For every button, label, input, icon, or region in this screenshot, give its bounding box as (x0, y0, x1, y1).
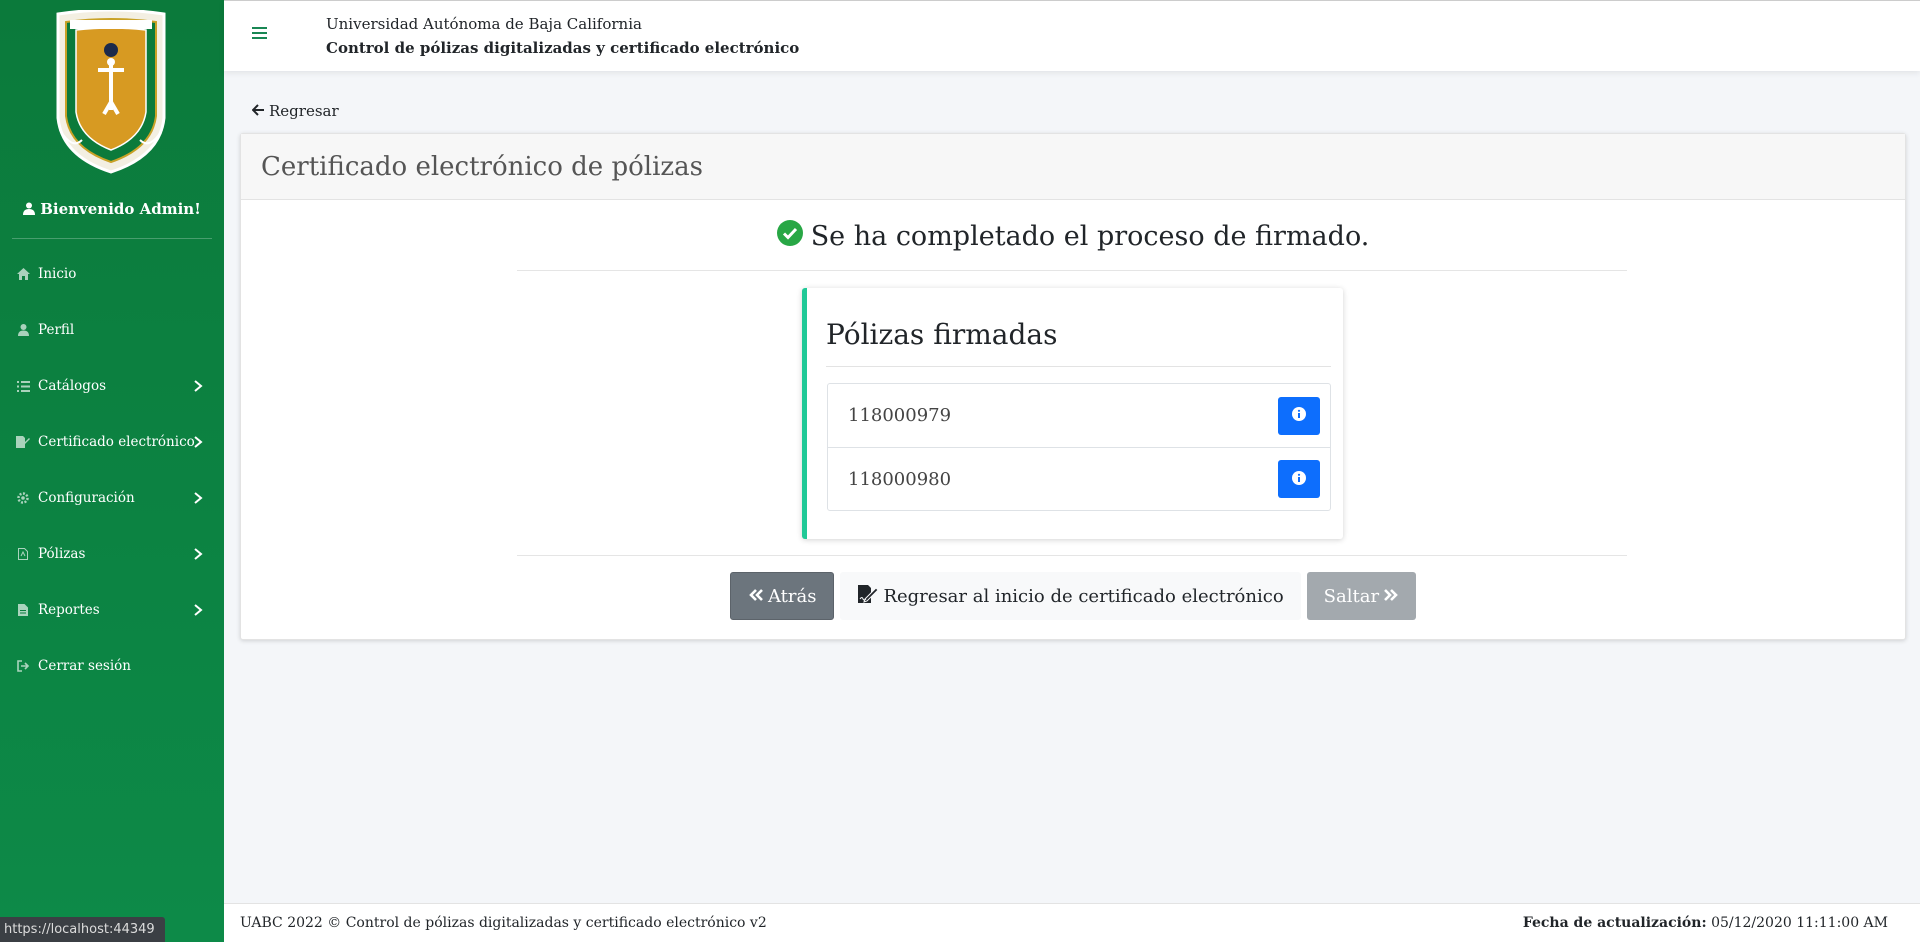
arrow-left-icon (251, 102, 269, 120)
user-icon (16, 323, 30, 337)
sidebar-item-polizas[interactable]: Pólizas (0, 526, 224, 582)
file-signature-icon (857, 584, 883, 609)
chevron-right-icon (192, 492, 204, 504)
success-message: Se ha completado el proceso de firmado. (241, 220, 1905, 253)
sidebar-item-perfil[interactable]: Perfil (0, 302, 224, 358)
main-card: Certificado electrónico de pólizas Se ha… (240, 133, 1906, 640)
divider (517, 270, 1627, 271)
poliza-number: 118000980 (848, 468, 952, 490)
sidebar-item-label: Configuración (38, 490, 135, 506)
back-button-label: Atrás (767, 585, 817, 607)
chevron-right-icon (192, 548, 204, 560)
sidebar-item-label: Cerrar sesión (38, 658, 132, 674)
polizas-list: 118000979 118000980 (827, 383, 1331, 511)
uabc-logo (52, 8, 170, 175)
university-name: Universidad Autónoma de Baja California (326, 15, 642, 33)
app-title: Control de pólizas digitalizadas y certi… (326, 39, 800, 57)
success-text: Se ha completado el proceso de firmado. (810, 221, 1370, 252)
footer-copyright: UABC 2022 © Control de pólizas digitaliz… (240, 915, 767, 931)
divider (517, 555, 1627, 556)
sidebar-item-inicio[interactable]: Inicio (0, 246, 224, 302)
user-icon (23, 201, 36, 219)
info-button[interactable] (1278, 460, 1320, 498)
card-title: Certificado electrónico de pólizas (241, 134, 1905, 200)
return-home-button[interactable]: Regresar al inicio de certificado electr… (840, 572, 1301, 620)
home-icon (16, 267, 30, 281)
wizard-buttons: Atrás Regresar al inicio de certificado … (241, 572, 1905, 620)
welcome-text: Bienvenido Admin! (40, 200, 201, 218)
info-circle-icon (1292, 469, 1306, 490)
list-item: 118000980 (828, 447, 1330, 510)
gear-icon (16, 491, 30, 505)
angle-double-left-icon (748, 586, 768, 607)
footer: UABC 2022 © Control de pólizas digitaliz… (224, 903, 1920, 942)
sidebar-item-configuracion[interactable]: Configuración (0, 470, 224, 526)
footer-update-date: Fecha de actualización: 05/12/2020 11:11… (1523, 915, 1888, 931)
status-bar-url: https://localhost:44349 (0, 917, 165, 942)
file-pdf-icon (16, 547, 30, 561)
sidebar-item-catalogos[interactable]: Catálogos (0, 358, 224, 414)
sidebar-item-label: Catálogos (38, 378, 106, 394)
file-icon (16, 603, 30, 617)
return-home-button-label: Regresar al inicio de certificado electr… (883, 585, 1284, 607)
poliza-number: 118000979 (848, 405, 952, 426)
sidebar-item-label: Pólizas (38, 546, 86, 562)
sidebar-item-certificado-electronico[interactable]: Certificado electrónico (0, 414, 224, 470)
menu-toggle-icon[interactable] (252, 27, 267, 41)
sidebar-item-label: Inicio (38, 266, 77, 282)
sidebar-nav: Inicio Perfil Catálogos Certificado elec… (0, 246, 224, 694)
sidebar-item-cerrar-sesion[interactable]: Cerrar sesión (0, 638, 224, 694)
sidebar: Bienvenido Admin! Inicio Perfil Catálogo… (0, 0, 224, 942)
chevron-right-icon (192, 436, 204, 448)
back-link-label: Regresar (269, 102, 339, 120)
skip-button-label: Saltar (1323, 585, 1380, 607)
list-item: 118000979 (828, 384, 1330, 447)
skip-button[interactable]: Saltar (1306, 572, 1417, 620)
sign-out-icon (16, 659, 30, 673)
panel-title: Pólizas firmadas (826, 318, 1058, 351)
list-icon (16, 379, 30, 393)
signed-polizas-panel: Pólizas firmadas 118000979 118000980 (802, 288, 1343, 539)
sidebar-item-label: Reportes (38, 602, 100, 618)
sidebar-item-label: Certificado electrónico (38, 434, 195, 450)
chevron-right-icon (192, 604, 204, 616)
top-header: Universidad Autónoma de Baja California … (224, 0, 1920, 71)
sidebar-item-label: Perfil (38, 322, 75, 338)
back-button[interactable]: Atrás (729, 572, 835, 620)
angle-double-right-icon (1379, 586, 1399, 607)
footer-date-value: 05/12/2020 11:11:00 AM (1711, 915, 1888, 931)
chevron-right-icon (192, 380, 204, 392)
footer-date-label: Fecha de actualización: (1522, 915, 1707, 931)
file-signature-icon (16, 435, 30, 449)
sidebar-item-reportes[interactable]: Reportes (0, 582, 224, 638)
back-link[interactable]: Regresar (251, 102, 339, 120)
welcome-message: Bienvenido Admin! (0, 200, 224, 219)
info-button[interactable] (1278, 396, 1320, 435)
info-circle-icon (1292, 405, 1306, 426)
sidebar-divider (12, 238, 212, 239)
check-circle-icon (776, 220, 811, 253)
divider (826, 366, 1331, 367)
